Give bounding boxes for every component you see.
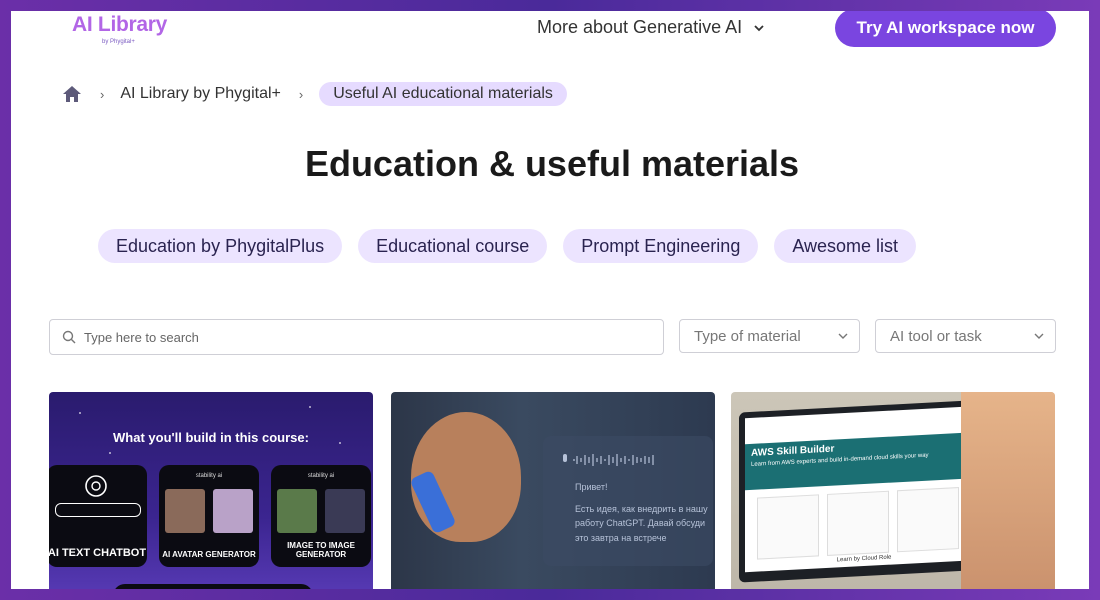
breadcrumb: › AI Library by Phygital+ › Useful AI ed… [62, 82, 567, 106]
material-type-select[interactable]: Type of material [679, 319, 860, 353]
star-decoration [309, 406, 311, 408]
material-card-course[interactable]: What you'll build in this course: AI TEX… [49, 392, 373, 589]
message-line: это завтра на встрече [575, 533, 667, 543]
box-brand: stability ai [195, 473, 223, 479]
category-chips: Education by PhygitalPlus Educational co… [98, 229, 917, 263]
material-card-chatgpt[interactable]: Привет! Есть идея, как внедрить в нашу р… [391, 392, 715, 589]
box-brand: stability ai [307, 473, 335, 479]
message-line: Привет! [575, 482, 608, 492]
breadcrumb-separator: › [298, 86, 304, 102]
laptop-screen: AWS Skill Builder Learn from AWS experts… [745, 405, 983, 573]
breadcrumb-current: Useful AI educational materials [319, 82, 567, 106]
card-heading: What you'll build in this course: [113, 430, 309, 445]
nav-more-label: More about Generative AI [537, 17, 743, 37]
chip-prompt-engineering[interactable]: Prompt Engineering [563, 229, 759, 263]
openai-icon [85, 475, 107, 497]
logo[interactable]: AI Library by Phygital+ [72, 13, 168, 45]
aws-tile [827, 490, 889, 556]
image-to-image-box: stability ai IMAGE TO IMAGE GENERATOR [271, 465, 371, 567]
box-label: IMAGE TO IMAGE GENERATOR [287, 541, 355, 559]
chip-awesome-list[interactable]: Awesome list [774, 229, 917, 263]
aws-tile [757, 494, 819, 560]
breadcrumb-separator: › [100, 86, 105, 102]
star-decoration [109, 452, 111, 454]
aws-tile [897, 487, 959, 553]
search-box [49, 319, 664, 355]
chat-input-graphic [55, 503, 141, 517]
chip-educational-course[interactable]: Educational course [358, 229, 548, 263]
message-line: Есть идея, как внедрить в нашу [575, 504, 708, 514]
chevron-down-icon [1034, 333, 1044, 339]
hand-photo [961, 392, 1055, 589]
ai-tool-select[interactable]: AI tool or task [875, 319, 1056, 353]
page-title: Education & useful materials [304, 143, 800, 184]
search-icon [62, 330, 76, 344]
chip-education-by-phygitalplus[interactable]: Education by PhygitalPlus [98, 229, 343, 263]
try-ai-workspace-button[interactable]: Try AI workspace now [835, 11, 1056, 47]
bottom-pill [113, 584, 313, 589]
material-card-aws[interactable]: AWS Skill Builder Learn from AWS experts… [731, 392, 1055, 589]
page: AI Library by Phygital+ More about Gener… [11, 11, 1089, 589]
chevron-down-icon [754, 24, 764, 31]
nav-more-generative-ai[interactable]: More about Generative AI [537, 17, 766, 38]
portrait-thumbnail [165, 489, 205, 533]
search-input[interactable] [82, 328, 646, 346]
microphone-icon [563, 454, 654, 466]
message-line: работу ChatGPT. Давай обсуди [575, 518, 706, 528]
breadcrumb-ai-library[interactable]: AI Library by Phygital+ [120, 85, 281, 103]
openai-box: AI TEXT CHATBOT [49, 465, 147, 567]
box-label: AI TEXT CHATBOT [49, 547, 147, 559]
avatar-generator-box: stability ai AI AVATAR GENERATOR [159, 465, 259, 567]
box-label: AI AVATAR GENERATOR [162, 550, 256, 559]
laptop-graphic: AWS Skill Builder Learn from AWS experts… [739, 399, 989, 583]
chevron-down-icon [838, 333, 848, 339]
output-image-thumbnail [325, 489, 365, 533]
ai-tool-value: AI tool or task [890, 327, 982, 345]
star-decoration [79, 412, 81, 414]
home-icon[interactable] [62, 85, 82, 103]
input-image-thumbnail [277, 489, 317, 533]
aws-banner: AWS Skill Builder Learn from AWS experts… [745, 431, 983, 491]
logo-title: AI Library [72, 13, 168, 36]
material-type-value: Type of material [694, 327, 801, 345]
logo-subtitle: by Phygital+ [102, 39, 135, 45]
avatar-thumbnail [213, 489, 253, 533]
